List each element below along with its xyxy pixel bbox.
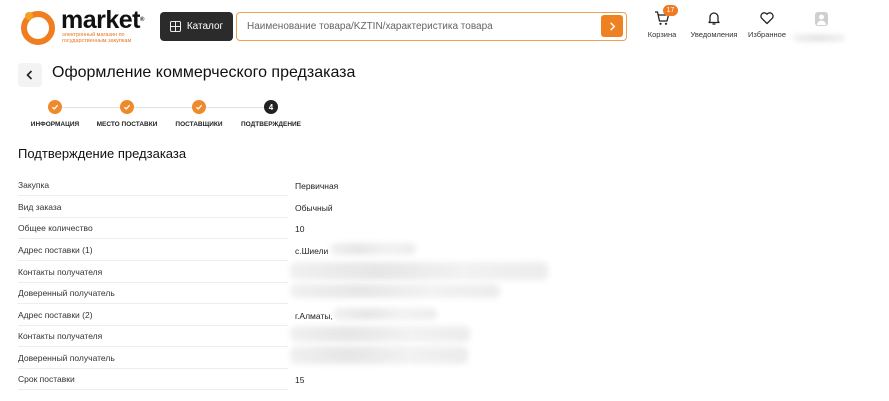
detail-row: Контакты получателя <box>18 327 288 347</box>
chevron-right-icon <box>609 21 615 31</box>
detail-label: Вид заказа <box>18 202 62 212</box>
top-header: market® электронный магазин по государст… <box>0 0 889 52</box>
back-button[interactable] <box>18 63 42 87</box>
cart-label: Корзина <box>647 30 677 39</box>
check-icon <box>123 104 131 110</box>
step-done-indicator <box>48 100 62 114</box>
detail-row: Срок поставки <box>18 370 288 390</box>
redacted-address <box>333 308 437 320</box>
step-label: ИНФОРМАЦИЯ <box>30 121 80 128</box>
detail-label: Общее количество <box>18 223 93 233</box>
logo-wordmark: market <box>61 6 141 34</box>
notifications-label: Уведомления <box>690 30 738 39</box>
detail-label: Адрес поставки (1) <box>18 245 93 255</box>
chevron-left-icon <box>26 70 33 80</box>
step-label: ПОСТАВЩИКИ <box>175 121 223 128</box>
step-label: МЕСТО ПОСТАВКИ <box>96 121 158 128</box>
user-avatar[interactable] <box>815 12 828 26</box>
detail-row: Адрес поставки (2) <box>18 306 288 326</box>
detail-row: Доверенный получатель <box>18 349 288 369</box>
detail-value: с.Шиели <box>295 246 329 256</box>
detail-row: Контакты получателя <box>18 263 288 283</box>
market-logo[interactable]: market® электронный магазин по государст… <box>20 6 160 45</box>
catalog-button[interactable]: Каталог <box>160 12 233 41</box>
search-submit-button[interactable] <box>601 15 623 37</box>
detail-label: Срок поставки <box>18 374 75 384</box>
redacted-address <box>330 243 416 255</box>
detail-row: Общее количество <box>18 219 288 239</box>
heart-icon <box>760 12 774 25</box>
detail-value: г.Алматы, <box>295 311 333 321</box>
detail-value: 10 <box>295 224 305 234</box>
step-confirmation[interactable]: 4 ПОДТВЕРЖДЕНИЕ <box>236 100 306 128</box>
logo-subtitle: электронный магазин по государственным з… <box>62 32 132 44</box>
search-bar <box>236 12 627 41</box>
progress-stepper: ИНФОРМАЦИЯ МЕСТО ПОСТАВКИ ПОСТАВЩИКИ 4 П… <box>20 100 310 136</box>
registered-mark: ® <box>140 17 144 23</box>
detail-value: Первичная <box>295 181 339 191</box>
step-current-indicator: 4 <box>264 100 278 114</box>
notifications-button[interactable]: Уведомления <box>688 10 740 39</box>
detail-label: Доверенный получатель <box>18 353 115 363</box>
step-suppliers[interactable]: ПОСТАВЩИКИ <box>164 100 234 128</box>
section-title: Подтверждение предзаказа <box>18 146 187 161</box>
step-done-indicator <box>120 100 134 114</box>
detail-row: Адрес поставки (1) <box>18 241 288 261</box>
step-delivery-place[interactable]: МЕСТО ПОСТАВКИ <box>92 100 162 128</box>
check-icon <box>51 104 59 110</box>
redacted-contacts <box>290 326 470 342</box>
detail-label: Доверенный получатель <box>18 288 115 298</box>
cart-count-badge: 17 <box>663 5 678 16</box>
page-title: Оформление коммерческого предзаказа <box>52 64 356 81</box>
user-name-redacted <box>793 34 845 42</box>
detail-label: Закупка <box>18 180 50 190</box>
favorites-label: Избранное <box>747 30 786 39</box>
catalog-label: Каталог <box>186 21 224 32</box>
detail-label: Адрес поставки (2) <box>18 310 93 320</box>
bell-icon <box>708 12 720 25</box>
cart-button[interactable]: 17 Корзина <box>644 5 680 39</box>
user-icon <box>817 14 826 25</box>
step-done-indicator <box>192 100 206 114</box>
detail-label: Контакты получателя <box>18 267 103 277</box>
favorites-button[interactable]: Избранное <box>744 10 790 39</box>
detail-row: Вид заказа <box>18 198 288 218</box>
detail-row: Доверенный получатель <box>18 284 288 304</box>
detail-label: Контакты получателя <box>18 331 103 341</box>
detail-value: Обычный <box>295 203 333 213</box>
step-information[interactable]: ИНФОРМАЦИЯ <box>20 100 90 128</box>
grid-icon <box>169 21 181 32</box>
redacted-recipient <box>290 284 500 298</box>
detail-row: Закупка <box>18 176 288 196</box>
redacted-recipient <box>290 346 468 364</box>
logo-mark-icon <box>21 11 55 45</box>
detail-value: 15 <box>295 375 305 385</box>
check-icon <box>195 104 203 110</box>
step-label: ПОДТВЕРЖДЕНИЕ <box>240 121 302 128</box>
search-input[interactable] <box>247 18 597 35</box>
redacted-contacts <box>290 262 548 280</box>
